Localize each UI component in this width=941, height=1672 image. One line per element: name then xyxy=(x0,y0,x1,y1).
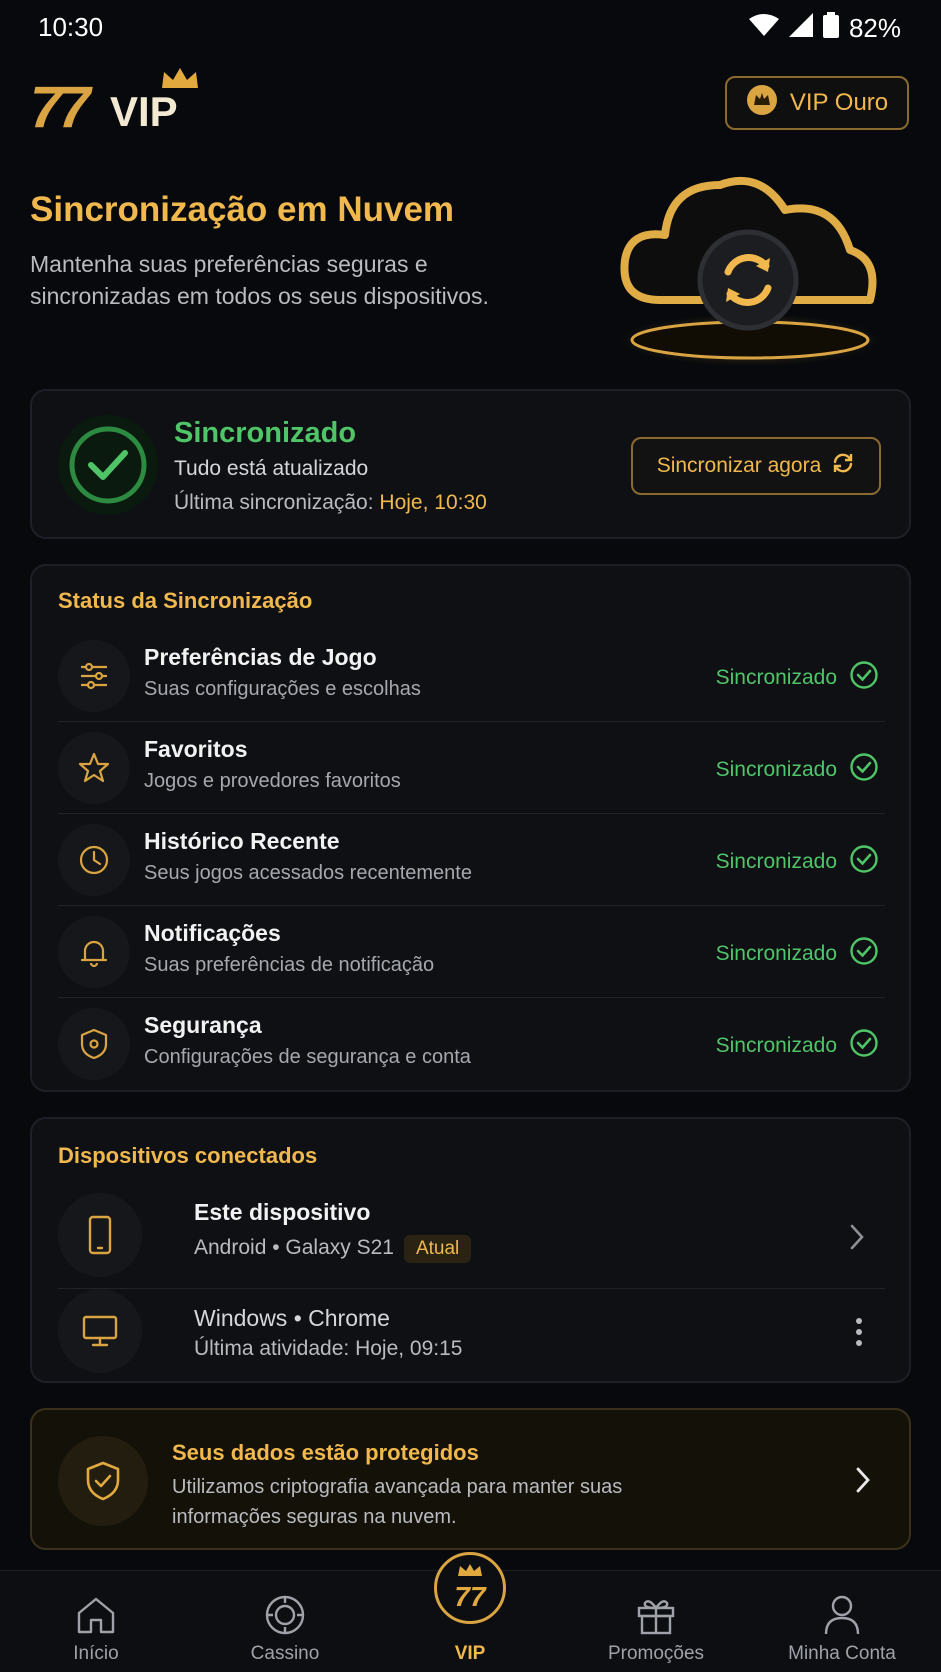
clock-icon xyxy=(58,824,130,896)
last-sync: Última sincronização: Hoje, 10:30 xyxy=(174,491,487,515)
star-icon xyxy=(58,732,130,804)
item-title: Favoritos xyxy=(144,736,248,762)
check-circle-icon xyxy=(849,1028,879,1064)
shield-check-icon xyxy=(58,1436,148,1526)
vip-medal-icon xyxy=(746,84,778,123)
battery-level: 82% xyxy=(848,13,901,43)
device-title: Este dispositivo xyxy=(194,1199,371,1225)
protection-text: Utilizamos criptografia avançada para ma… xyxy=(172,1476,623,1528)
nav-promotions[interactable]: Promoções xyxy=(562,1571,750,1672)
last-sync-label: Última sincronização: xyxy=(174,491,380,514)
list-item[interactable]: Favoritos Jogos e provedores favoritos S… xyxy=(58,722,885,814)
item-subtitle: Configurações de segurança e conta xyxy=(144,1046,471,1068)
sync-now-label: Sincronizar agora xyxy=(656,454,822,477)
device-item[interactable]: Este dispositivo Android • Galaxy S21 Atu… xyxy=(58,1187,885,1289)
signal-icon xyxy=(788,13,813,44)
more-options-icon[interactable] xyxy=(855,1317,863,1352)
check-circle-icon xyxy=(849,844,879,880)
chip-icon xyxy=(264,1593,306,1637)
item-subtitle: Jogos e provedores favoritos xyxy=(144,770,401,792)
status-badge: Sincronizado xyxy=(716,844,879,880)
device-subtitle: Última atividade: Hoje, 09:15 xyxy=(194,1337,463,1360)
list-item[interactable]: Preferências de Jogo Suas configurações … xyxy=(58,630,885,722)
wifi-icon xyxy=(748,13,779,44)
status-bar: 10:30 82% xyxy=(0,0,941,54)
item-title: Segurança xyxy=(144,1012,262,1038)
nav-label: Promoções xyxy=(607,1643,705,1664)
battery-icon xyxy=(822,12,839,45)
item-subtitle: Seus jogos acessados recentemente xyxy=(144,862,472,884)
home-icon xyxy=(75,1593,117,1637)
status-badge: Sincronizado xyxy=(716,936,879,972)
item-subtitle: Suas configurações e escolhas xyxy=(144,678,421,700)
current-device-tag: Atual xyxy=(403,1235,472,1263)
list-item[interactable]: Histórico Recente Seus jogos acessados r… xyxy=(58,814,885,906)
status-badge: Sincronizado xyxy=(716,660,879,696)
chevron-right-icon[interactable] xyxy=(853,1464,873,1501)
last-sync-value: Hoje, 10:30 xyxy=(379,491,487,514)
protection-title: Seus dados estão protegidos xyxy=(172,1440,479,1465)
section-title: Status da Sincronização xyxy=(58,588,313,613)
monitor-icon xyxy=(58,1289,142,1373)
vip-77-icon[interactable]: 77 xyxy=(434,1552,506,1624)
crown-icon xyxy=(160,66,200,97)
section-title: Dispositivos conectados xyxy=(58,1143,318,1168)
device-info: Android • Galaxy S21 xyxy=(194,1236,394,1259)
nav-label: Minha Conta xyxy=(788,1643,896,1664)
sync-status-section: Status da Sincronização Preferências de … xyxy=(30,564,911,1092)
page-title: Sincronização em Nuvem xyxy=(30,190,455,229)
user-icon xyxy=(822,1593,862,1637)
status-badge: Sincronizado xyxy=(716,752,879,788)
status-label: Sincronizado xyxy=(715,1034,837,1057)
item-title: Notificações xyxy=(144,920,281,946)
bell-icon xyxy=(58,916,130,988)
vip-badge-label: VIP Ouro xyxy=(789,89,889,116)
device-item[interactable]: Windows • Chrome Última atividade: Hoje,… xyxy=(58,1289,885,1379)
check-circle-icon xyxy=(849,752,879,788)
item-subtitle: Suas preferências de notificação xyxy=(144,954,435,976)
sync-check-icon xyxy=(58,415,158,515)
nav-account[interactable]: Minha Conta xyxy=(748,1571,936,1672)
device-title: Windows • Chrome xyxy=(194,1305,390,1331)
item-title: Histórico Recente xyxy=(144,828,340,854)
refresh-icon xyxy=(831,451,855,481)
logo-number: 77 xyxy=(30,75,90,140)
nav-casino[interactable]: Cassino xyxy=(191,1571,379,1672)
data-protection-banner[interactable]: Seus dados estão protegidos Utilizamos c… xyxy=(30,1408,911,1550)
status-icons: 82% xyxy=(748,12,901,45)
connected-devices-section: Dispositivos conectados Este dispositivo… xyxy=(30,1117,911,1383)
sync-now-button[interactable]: Sincronizar agora xyxy=(631,437,881,495)
gift-icon xyxy=(635,1593,677,1637)
status-label: Sincronizado xyxy=(715,758,837,781)
nav-label: VIP xyxy=(454,1643,486,1664)
sliders-icon xyxy=(58,640,130,712)
sync-title: Sincronizado xyxy=(174,417,357,449)
page-subtitle: Mantenha suas preferências seguras e sin… xyxy=(30,251,489,309)
sync-status-card: Sincronizado Tudo está atualizado Última… xyxy=(30,389,911,539)
device-subtitle: Android • Galaxy S21 Atual xyxy=(194,1235,472,1263)
vip-badge[interactable]: VIP Ouro xyxy=(725,76,909,130)
status-badge: Sincronizado xyxy=(716,1028,879,1064)
phone-icon xyxy=(58,1193,142,1277)
nav-label: Início xyxy=(73,1643,119,1664)
sync-description: Tudo está atualizado xyxy=(174,457,369,480)
list-item[interactable]: Notificações Suas preferências de notifi… xyxy=(58,906,885,998)
status-label: Sincronizado xyxy=(715,850,837,873)
check-circle-icon xyxy=(849,660,879,696)
app-logo[interactable]: 77 VIP xyxy=(30,66,210,140)
list-item[interactable]: Segurança Configurações de segurança e c… xyxy=(58,998,885,1090)
nav-home[interactable]: Início xyxy=(2,1571,190,1672)
nav-label: Cassino xyxy=(250,1643,320,1664)
status-label: Sincronizado xyxy=(715,666,837,689)
svg-text:77: 77 xyxy=(454,1581,487,1612)
status-label: Sincronizado xyxy=(715,942,837,965)
item-title: Preferências de Jogo xyxy=(144,644,377,670)
cloud-sync-illustration xyxy=(600,160,900,380)
chevron-right-icon[interactable] xyxy=(847,1221,867,1258)
shield-icon xyxy=(58,1008,130,1080)
status-time: 10:30 xyxy=(38,12,104,42)
check-circle-icon xyxy=(849,936,879,972)
